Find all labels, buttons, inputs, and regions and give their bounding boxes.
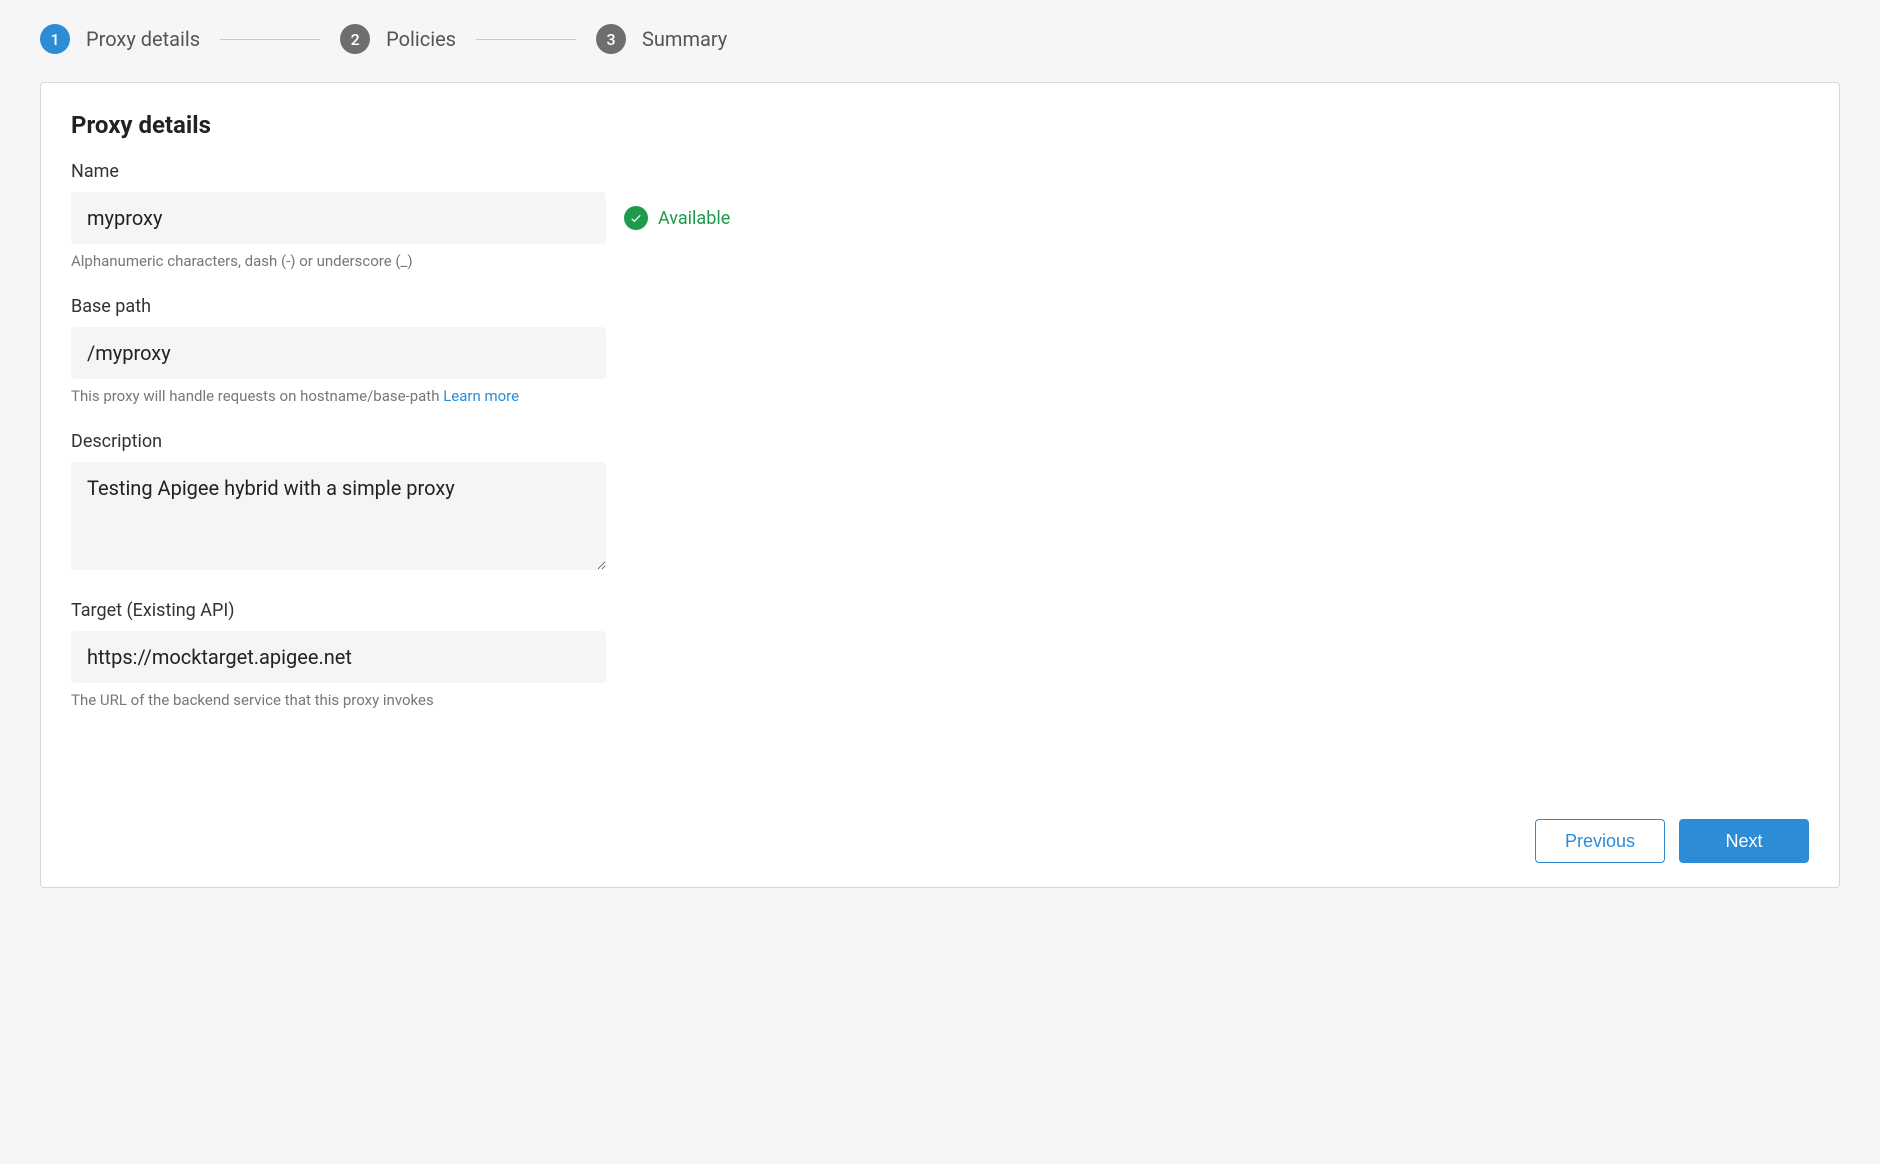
stepper: 1 Proxy details 2 Policies 3 Summary <box>0 0 1880 74</box>
basepath-label: Base path <box>71 296 1809 317</box>
check-icon <box>624 206 648 230</box>
name-group: Name Available Alphanumeric characters, … <box>71 161 1809 270</box>
step-3-label: Summary <box>642 27 727 51</box>
basepath-group: Base path This proxy will handle request… <box>71 296 1809 405</box>
target-group: Target (Existing API) The URL of the bac… <box>71 600 1809 709</box>
step-1-circle: 1 <box>40 24 70 54</box>
button-row: Previous Next <box>71 819 1809 863</box>
name-label: Name <box>71 161 1809 182</box>
step-summary[interactable]: 3 Summary <box>596 24 727 54</box>
step-2-label: Policies <box>386 27 456 51</box>
name-hint: Alphanumeric characters, dash (-) or und… <box>71 252 1809 270</box>
step-2-circle: 2 <box>340 24 370 54</box>
next-button[interactable]: Next <box>1679 819 1809 863</box>
target-hint: The URL of the backend service that this… <box>71 691 1809 709</box>
target-label: Target (Existing API) <box>71 600 1809 621</box>
step-policies[interactable]: 2 Policies <box>340 24 456 54</box>
name-status: Available <box>624 206 730 230</box>
card-title: Proxy details <box>71 111 1809 139</box>
learn-more-link[interactable]: Learn more <box>443 387 519 405</box>
description-input[interactable] <box>71 462 606 570</box>
previous-button[interactable]: Previous <box>1535 819 1665 863</box>
target-input[interactable] <box>71 631 606 683</box>
step-3-circle: 3 <box>596 24 626 54</box>
description-label: Description <box>71 431 1809 452</box>
basepath-input[interactable] <box>71 327 606 379</box>
name-status-text: Available <box>658 208 730 229</box>
step-1-label: Proxy details <box>86 27 200 51</box>
description-group: Description <box>71 431 1809 574</box>
step-proxy-details[interactable]: 1 Proxy details <box>40 24 200 54</box>
basepath-hint-text: This proxy will handle requests on hostn… <box>71 387 443 405</box>
step-divider <box>476 39 576 40</box>
name-input[interactable] <box>71 192 606 244</box>
step-divider <box>220 39 320 40</box>
basepath-hint: This proxy will handle requests on hostn… <box>71 387 1809 405</box>
proxy-details-card: Proxy details Name Available Alphanumeri… <box>40 82 1840 888</box>
